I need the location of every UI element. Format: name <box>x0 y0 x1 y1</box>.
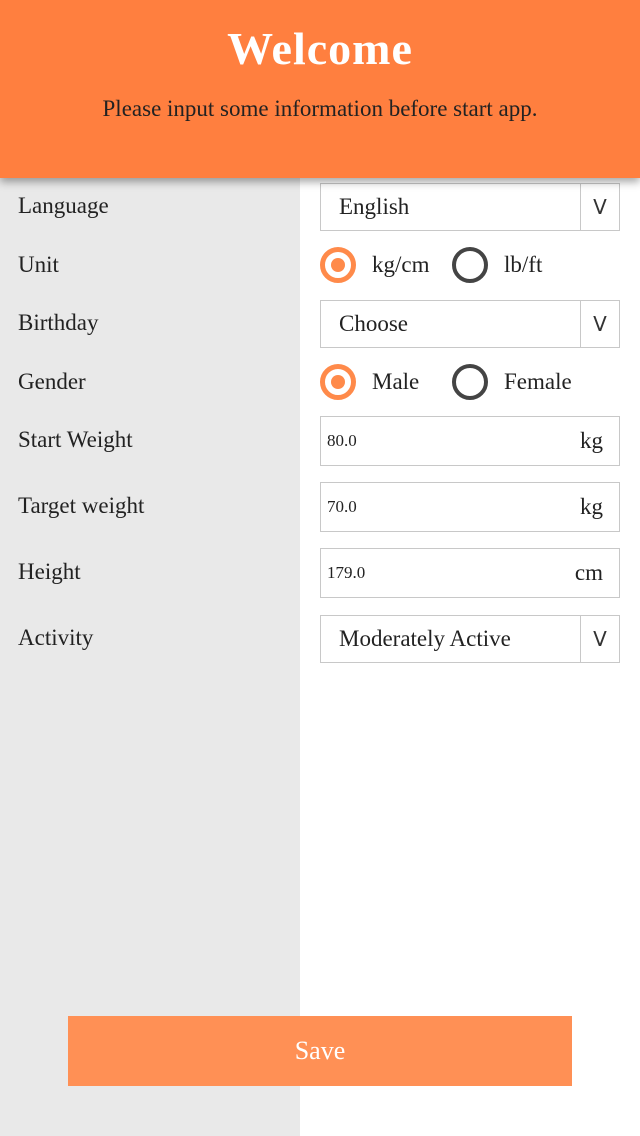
language-value: English <box>339 194 410 219</box>
radio-unselected-icon[interactable] <box>452 364 488 400</box>
chevron-down-icon[interactable]: V <box>580 616 619 662</box>
activity-value: Moderately Active <box>339 626 511 651</box>
save-button[interactable]: Save <box>68 1016 572 1086</box>
activity-label: Activity <box>18 625 94 650</box>
unit-option-label: kg/cm <box>372 252 430 277</box>
unit-option-label: lb/ft <box>504 252 543 277</box>
birthday-select[interactable]: Choose V <box>320 300 620 348</box>
radio-unselected-icon[interactable] <box>452 247 488 283</box>
unit-radio-group: kg/cm lb/ft <box>320 243 620 287</box>
welcome-header: Welcome Please input some information be… <box>0 0 640 178</box>
radio-selected-icon[interactable] <box>320 247 356 283</box>
height-label: Height <box>18 559 81 584</box>
gender-label: Gender <box>18 369 86 394</box>
height-unit: cm <box>574 560 603 585</box>
page-title: Welcome <box>227 23 413 74</box>
radio-selected-icon[interactable] <box>320 364 356 400</box>
target-weight-value[interactable]: 70.0 <box>327 483 357 531</box>
height-value[interactable]: 179.0 <box>327 549 365 597</box>
gender-option-male[interactable]: Male <box>320 360 440 404</box>
unit-option-lb-ft[interactable]: lb/ft <box>452 243 572 287</box>
start-weight-label: Start Weight <box>18 427 133 452</box>
gender-radio-group: Male Female <box>320 360 620 404</box>
start-weight-value[interactable]: 80.0 <box>327 417 357 465</box>
page-subtitle: Please input some information before sta… <box>102 96 538 121</box>
language-label: Language <box>18 193 109 218</box>
start-weight-unit: kg <box>580 428 603 453</box>
birthday-label: Birthday <box>18 310 99 335</box>
unit-option-kg-cm[interactable]: kg/cm <box>320 243 440 287</box>
height-field[interactable]: 179.0 cm <box>320 548 620 598</box>
activity-select[interactable]: Moderately Active V <box>320 615 620 663</box>
target-weight-label: Target weight <box>18 493 145 518</box>
chevron-down-icon[interactable]: V <box>580 184 619 230</box>
unit-label: Unit <box>18 252 59 277</box>
target-weight-field[interactable]: 70.0 kg <box>320 482 620 532</box>
chevron-down-icon[interactable]: V <box>580 301 619 347</box>
start-weight-field[interactable]: 80.0 kg <box>320 416 620 466</box>
gender-option-label: Female <box>504 369 572 394</box>
target-weight-unit: kg <box>580 494 603 519</box>
gender-option-label: Male <box>372 369 420 394</box>
language-select[interactable]: English V <box>320 183 620 231</box>
birthday-value: Choose <box>339 311 408 336</box>
gender-option-female[interactable]: Female <box>452 360 592 404</box>
